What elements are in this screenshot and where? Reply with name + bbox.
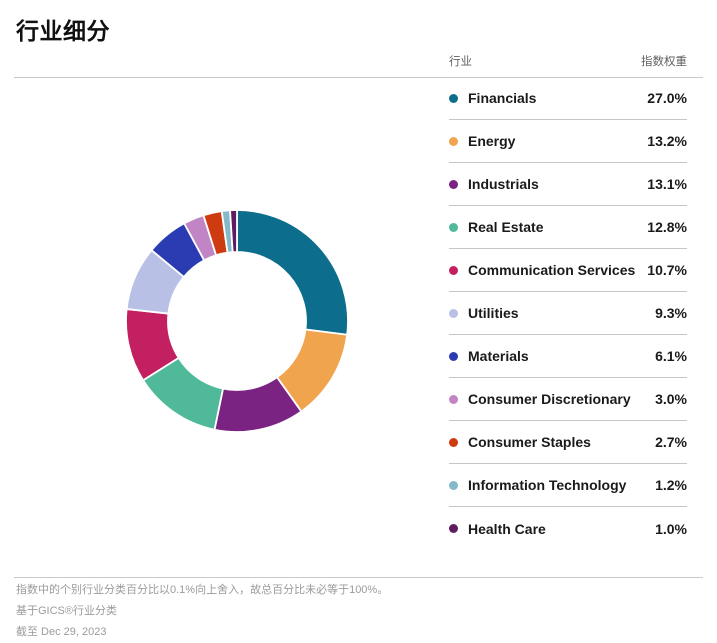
legend-row: Consumer Discretionary 3.0%	[449, 378, 687, 421]
legend-col-industry: 行业	[449, 56, 472, 68]
legend-color-dot	[449, 524, 458, 533]
legend-row: Materials 6.1%	[449, 335, 687, 378]
legend-row-left: Real Estate	[449, 219, 543, 235]
legend-sector-label: Consumer Staples	[468, 434, 591, 450]
legend-sector-weight: 3.0%	[655, 391, 687, 407]
legend-row-left: Health Care	[449, 521, 546, 537]
legend-color-dot	[449, 437, 458, 447]
legend-sector-label: Health Care	[468, 520, 546, 537]
legend-sector-label: Consumer Discretionary	[468, 391, 631, 407]
legend-row-left: Consumer Discretionary	[449, 391, 631, 407]
legend-sector-weight: 2.7%	[655, 434, 687, 450]
sector-donut-chart	[117, 201, 357, 441]
legend-sector-label: Financials	[468, 90, 537, 106]
legend-sector-weight: 10.7%	[647, 262, 687, 278]
footer-divider	[14, 577, 703, 578]
legend-sector-label: Industrials	[468, 176, 539, 192]
legend-color-dot	[449, 351, 458, 361]
legend-row-left: Energy	[449, 133, 515, 149]
legend-color-dot	[449, 394, 458, 404]
legend-col-weight: 指数权重	[641, 56, 687, 68]
legend-row: Financials 27.0%	[449, 77, 687, 120]
legend-row: Health Care 1.0%	[449, 507, 687, 550]
legend-row-left: Information Technology	[449, 477, 626, 493]
legend-sector-weight: 13.1%	[647, 176, 687, 192]
footnotes: 指数中的个别行业分类百分比以0.1%向上舍入，故总百分比未必等于100%。 基于…	[16, 583, 696, 643]
legend-row: Utilities 9.3%	[449, 292, 687, 335]
legend-column-headers: 行业 指数权重	[449, 53, 687, 69]
legend-sector-weight: 13.2%	[647, 133, 687, 149]
legend-row: Energy 13.2%	[449, 120, 687, 163]
donut-chart-svg	[125, 209, 349, 433]
legend-row: Information Technology 1.2%	[449, 464, 687, 507]
donut-slice-financials	[236, 209, 349, 336]
legend-row: Real Estate 12.8%	[449, 206, 687, 249]
legend-row: Communication Services 10.7%	[449, 249, 687, 292]
legend-color-dot	[449, 308, 458, 318]
legend-color-dot	[449, 480, 458, 490]
legend-sector-weight: 6.1%	[655, 348, 687, 364]
legend-row: Consumer Staples 2.7%	[449, 421, 687, 464]
page-title: 行业细分	[16, 18, 110, 44]
legend-row-left: Materials	[449, 348, 529, 364]
legend-color-dot	[449, 222, 458, 232]
legend-sector-weight: 12.8%	[647, 219, 687, 235]
legend-sector-label: Communication Services	[468, 262, 636, 278]
legend-sector-label: Real Estate	[468, 219, 544, 235]
footnote-as-of-date: 截至 Dec 29, 2023	[16, 625, 107, 638]
legend-row-left: Industrials	[449, 176, 539, 192]
sector-legend-table: Financials 27.0% Energy 13.2% Industrials 13.…	[449, 77, 687, 550]
legend-sector-weight: 9.3%	[655, 305, 687, 321]
legend-color-dot	[449, 136, 458, 146]
legend-sector-weight: 27.0%	[647, 90, 687, 106]
legend-row-left: Communication Services	[449, 262, 635, 278]
legend-sector-weight: 1.0%	[655, 520, 687, 537]
legend-row-left: Utilities	[449, 305, 519, 321]
sector-breakdown-page: 行业细分 行业 指数权重 Financials 27.0% Energy 13.2% I…	[0, 0, 717, 643]
footnote-rounding: 指数中的个别行业分类百分比以0.1%向上舍入，故总百分比未必等于100%。	[16, 584, 389, 596]
legend-color-dot	[449, 179, 458, 189]
legend-sector-label: Energy	[468, 133, 516, 149]
legend-sector-label: Materials	[468, 348, 529, 364]
legend-sector-label: Information Technology	[468, 477, 627, 493]
legend-row: Industrials 13.1%	[449, 163, 687, 206]
legend-color-dot	[449, 265, 458, 275]
legend-sector-weight: 1.2%	[655, 477, 687, 493]
footnote-gics: 基于GICS®行业分类	[16, 604, 117, 617]
legend-color-dot	[449, 93, 458, 103]
legend-row-left: Consumer Staples	[449, 434, 591, 450]
legend-row-left: Financials	[449, 90, 536, 106]
legend-sector-label: Utilities	[468, 305, 519, 321]
